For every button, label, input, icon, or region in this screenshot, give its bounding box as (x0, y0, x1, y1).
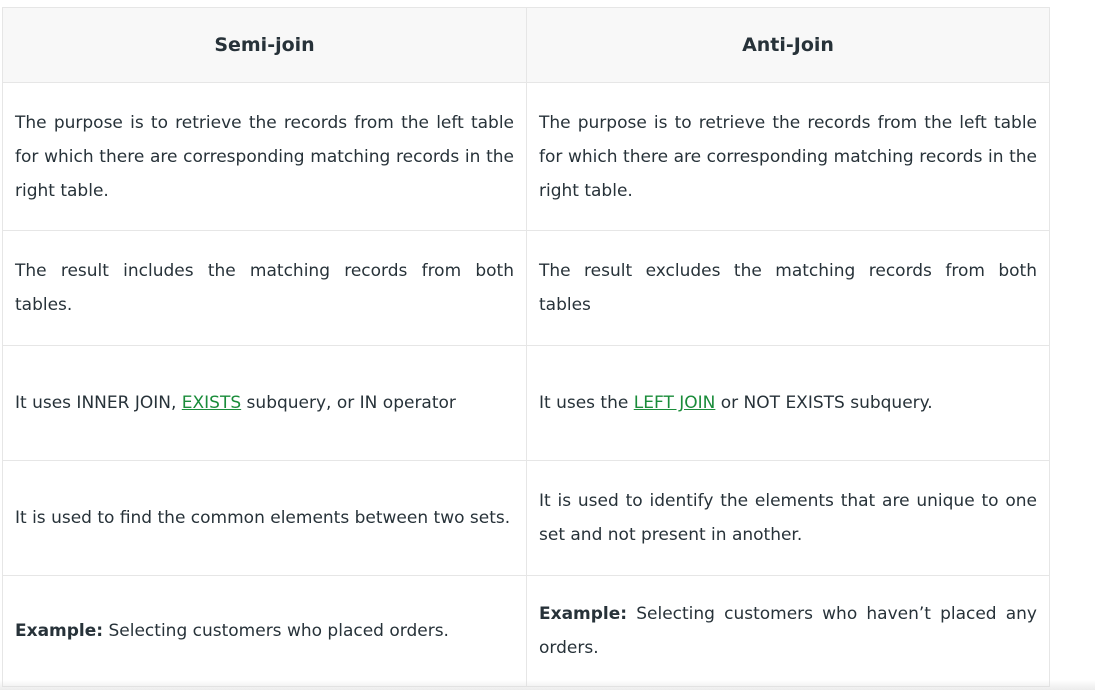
cell-anti-example: Example: Selecting customers who haven’t… (526, 575, 1050, 687)
cell-anti-use-case: It is used to identify the elements that… (526, 460, 1050, 576)
exists-link[interactable]: EXISTS (182, 393, 241, 413)
table-row: It is used to find the common elements b… (2, 460, 1050, 576)
cell-text: or NOT EXISTS subquery. (715, 393, 933, 413)
table-row: Example: Selecting customers who placed … (2, 575, 1050, 687)
cell-anti-purpose: The purpose is to retrieve the records f… (526, 82, 1050, 231)
comparison-table: Semi-join Anti-Join The purpose is to re… (2, 7, 1050, 687)
example-label: Example: (539, 604, 628, 624)
cell-semi-example: Example: Selecting customers who placed … (2, 575, 527, 687)
cell-semi-usage: It uses INNER JOIN, EXISTS subquery, or … (2, 345, 527, 461)
cell-text: It uses the (539, 393, 634, 413)
table-row: The result includes the matching records… (2, 230, 1050, 346)
cell-anti-result: The result excludes the matching records… (526, 230, 1050, 346)
cell-anti-usage: It uses the LEFT JOIN or NOT EXISTS subq… (526, 345, 1050, 461)
table-row: The purpose is to retrieve the records f… (2, 82, 1050, 231)
cell-text: subquery, or IN operator (241, 393, 456, 413)
left-join-link[interactable]: LEFT JOIN (634, 393, 716, 413)
column-header-anti-join: Anti-Join (526, 7, 1050, 83)
column-header-semi-join: Semi-join (2, 7, 527, 83)
cell-semi-purpose: The purpose is to retrieve the records f… (2, 82, 527, 231)
example-label: Example: (15, 621, 104, 641)
cell-text: It uses INNER JOIN, (15, 393, 182, 413)
table-header-row: Semi-join Anti-Join (2, 7, 1050, 83)
cell-semi-result: The result includes the matching records… (2, 230, 527, 346)
cell-semi-use-case: It is used to find the common elements b… (2, 460, 527, 576)
example-text: Selecting customers who placed orders. (103, 621, 449, 641)
table-row: It uses INNER JOIN, EXISTS subquery, or … (2, 345, 1050, 461)
bottom-scroll-shadow (0, 680, 1095, 690)
page: Semi-join Anti-Join The purpose is to re… (0, 0, 1095, 690)
